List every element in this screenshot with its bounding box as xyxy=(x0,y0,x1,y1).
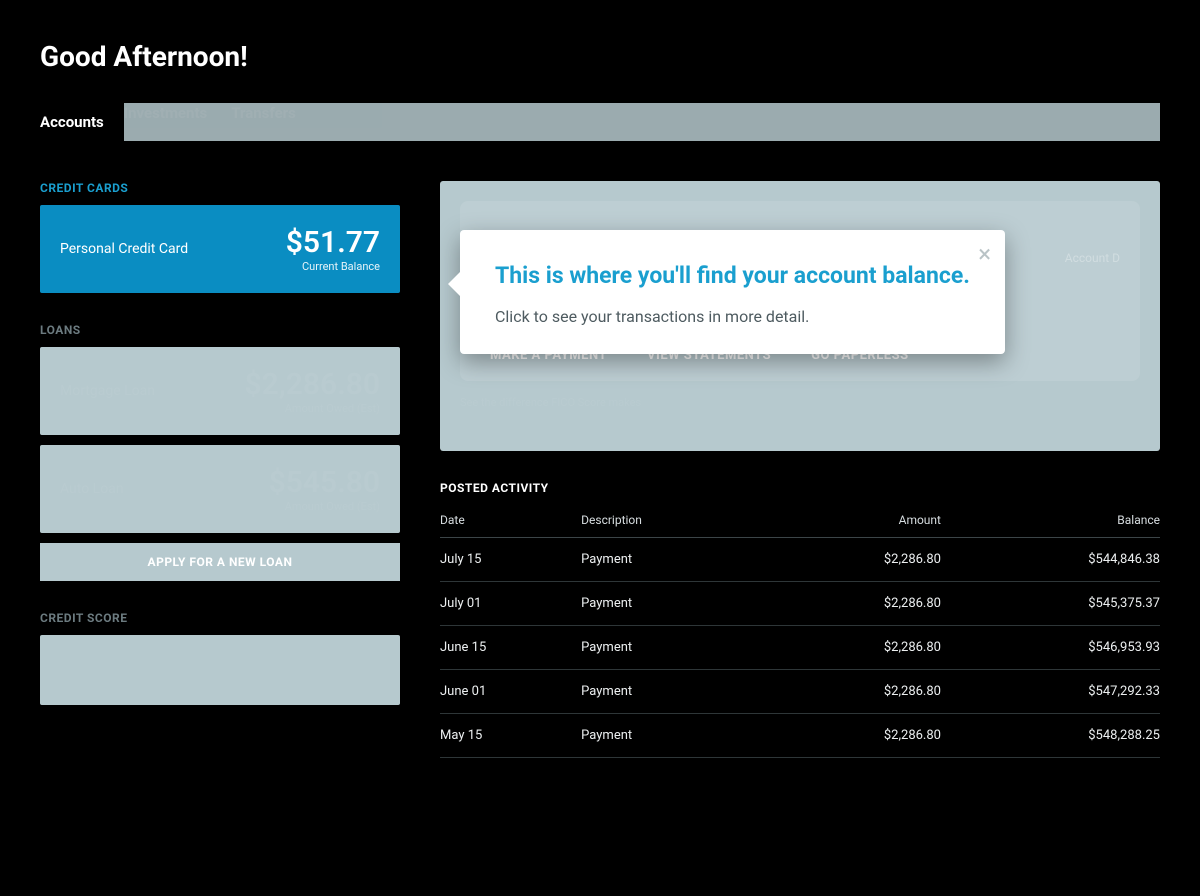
credit-card-item[interactable]: Personal Credit Card $51.77 Current Bala… xyxy=(40,205,400,293)
cell-balance: $548,288.25 xyxy=(941,714,1160,758)
posted-activity-label: POSTED ACTIVITY xyxy=(440,481,1160,495)
tooltip-body: Click to see your transactions in more d… xyxy=(495,307,970,326)
table-row[interactable]: June 01Payment$2,286.80$547,292.33 xyxy=(440,670,1160,714)
cell-date: June 01 xyxy=(440,670,581,714)
col-description: Description xyxy=(581,505,766,538)
cell-balance: $546,953.93 xyxy=(941,626,1160,670)
tab-filler: Investments Transfers xyxy=(124,103,1160,141)
account-name: Mortgage Loan xyxy=(60,383,155,399)
cell-amount: $2,286.80 xyxy=(767,670,941,714)
page-greeting: Good Afternoon! xyxy=(40,40,1160,73)
cell-date: July 01 xyxy=(440,582,581,626)
cell-date: May 15 xyxy=(440,714,581,758)
loans-label: LOANS xyxy=(40,323,400,337)
account-detail-hint: Account D xyxy=(1065,251,1120,265)
col-balance: Balance xyxy=(941,505,1160,538)
account-balance-sub: Current Balance xyxy=(286,260,380,273)
close-icon[interactable]: × xyxy=(978,242,991,266)
tab-transfers[interactable]: Transfers xyxy=(231,94,316,132)
tabs-bar: Accounts Investments Transfers xyxy=(40,103,1160,141)
cell-amount: $2,286.80 xyxy=(767,582,941,626)
col-date: Date xyxy=(440,505,581,538)
table-row[interactable]: July 01Payment$2,286.80$545,375.37 xyxy=(440,582,1160,626)
cell-description: Payment xyxy=(581,538,766,582)
account-balance: $2,286.80 xyxy=(244,367,380,402)
col-amount: Amount xyxy=(767,505,941,538)
credit-cards-label: CREDIT CARDS xyxy=(40,181,400,195)
loan-item-2[interactable]: Auto Loan $545.80 Amount Owed (Est) xyxy=(40,445,400,533)
cell-balance: $547,292.33 xyxy=(941,670,1160,714)
tab-investments[interactable]: Investments xyxy=(124,94,227,132)
credit-score-card[interactable] xyxy=(40,635,400,705)
account-balance-sub: Amount Owed (Est) xyxy=(269,500,380,513)
table-row[interactable]: May 15Payment$2,286.80$548,288.25 xyxy=(440,714,1160,758)
account-balance: $51.77 xyxy=(286,225,380,260)
account-balance: $545.80 xyxy=(269,465,380,500)
cell-date: July 15 xyxy=(440,538,581,582)
cell-date: June 15 xyxy=(440,626,581,670)
cell-amount: $2,286.80 xyxy=(767,538,941,582)
panel-footnote: See the difference FICO Score makes xyxy=(460,396,1140,409)
cell-description: Payment xyxy=(581,626,766,670)
cell-amount: $2,286.80 xyxy=(767,626,941,670)
cell-description: Payment xyxy=(581,582,766,626)
cell-description: Payment xyxy=(581,714,766,758)
cell-balance: $545,375.37 xyxy=(941,582,1160,626)
sidebar: CREDIT CARDS Personal Credit Card $51.77… xyxy=(40,181,400,758)
apply-loan-button[interactable]: APPLY FOR A NEW LOAN xyxy=(40,543,400,581)
onboarding-tooltip: × This is where you'll find your account… xyxy=(460,230,1005,354)
credit-score-label: CREDIT SCORE xyxy=(40,611,400,625)
cell-description: Payment xyxy=(581,670,766,714)
account-name: Auto Loan xyxy=(60,481,124,497)
account-balance-sub: Amount Owed (Est) xyxy=(244,402,380,415)
posted-activity-table: Date Description Amount Balance July 15P… xyxy=(440,505,1160,758)
cell-balance: $544,846.38 xyxy=(941,538,1160,582)
table-row[interactable]: June 15Payment$2,286.80$546,953.93 xyxy=(440,626,1160,670)
tooltip-title: This is where you'll find your account b… xyxy=(495,260,970,291)
loan-item-1[interactable]: Mortgage Loan $2,286.80 Amount Owed (Est… xyxy=(40,347,400,435)
table-row[interactable]: July 15Payment$2,286.80$544,846.38 xyxy=(440,538,1160,582)
account-name: Personal Credit Card xyxy=(60,241,188,257)
cell-amount: $2,286.80 xyxy=(767,714,941,758)
tab-accounts[interactable]: Accounts xyxy=(40,103,124,141)
